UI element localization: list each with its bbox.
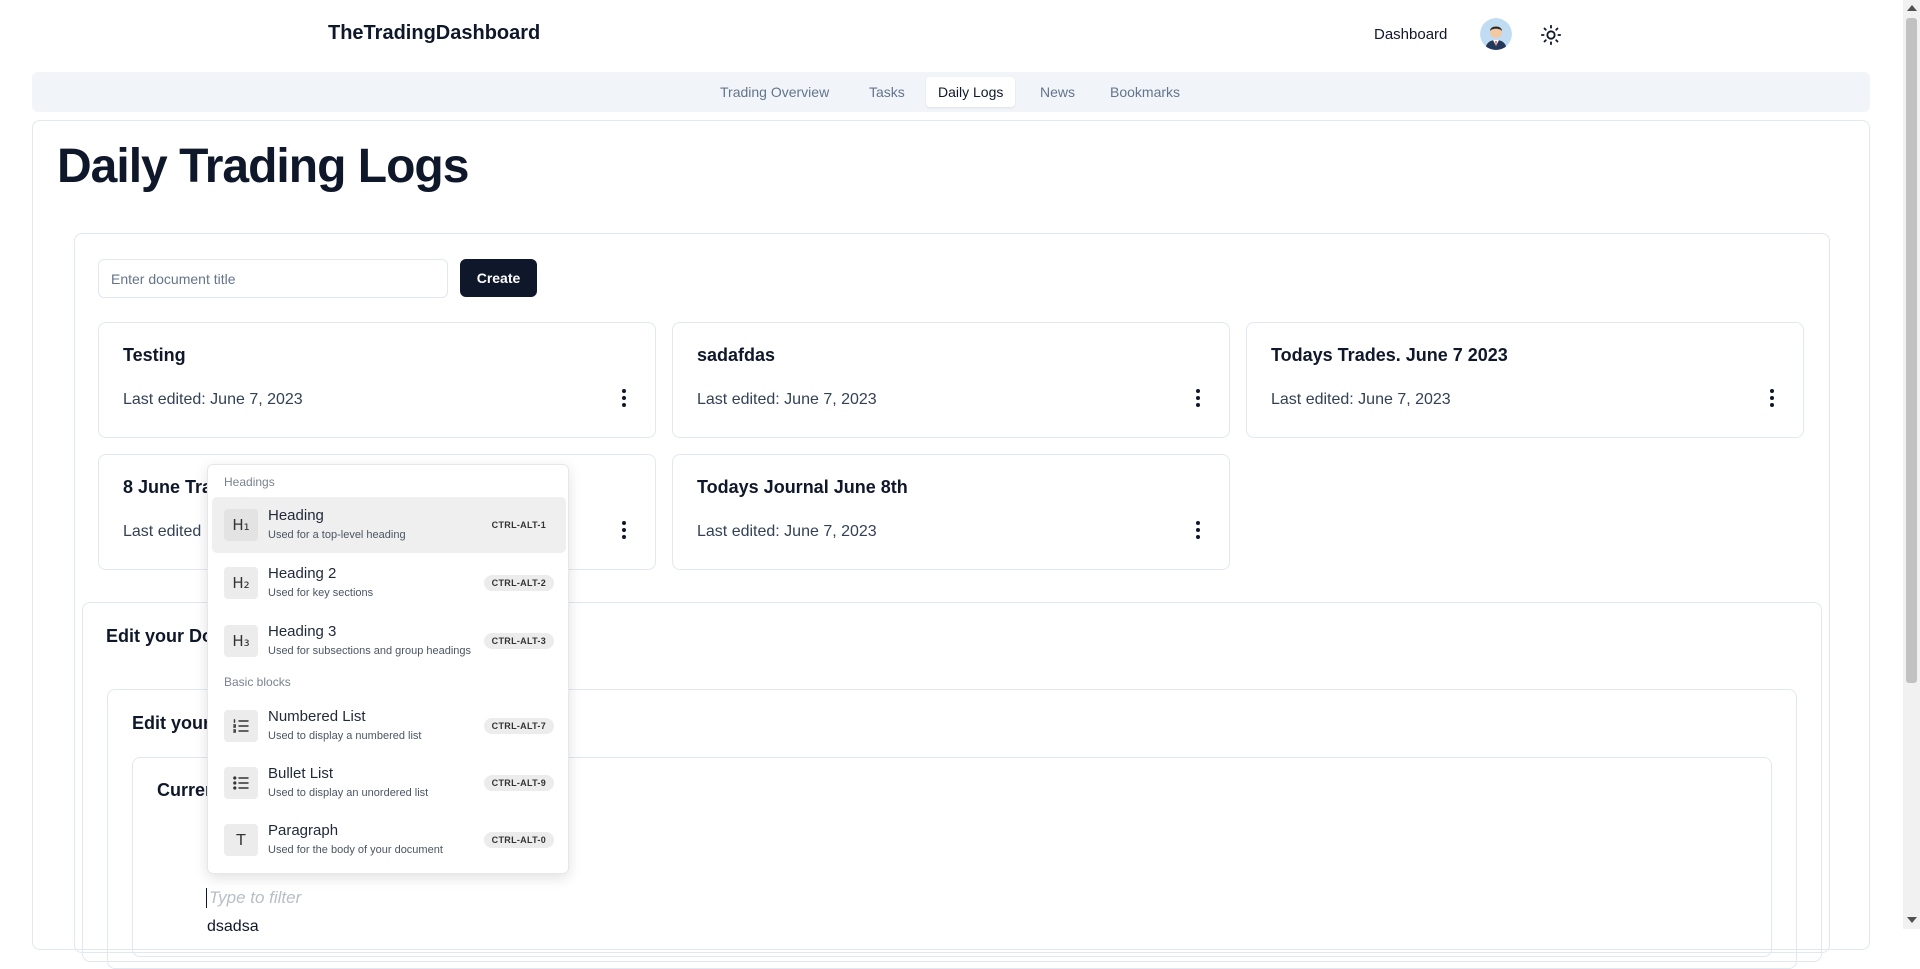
shortcut-badge: CTRL-ALT-3 — [483, 633, 554, 649]
scroll-up-icon[interactable] — [1907, 5, 1917, 11]
menu-item-bullet-list[interactable]: Bullet List Used to display an unordered… — [212, 755, 566, 811]
bullet-list-icon — [224, 767, 258, 799]
shortcut-badge: CTRL-ALT-0 — [483, 832, 554, 848]
menu-item-title: Bullet List — [268, 765, 334, 782]
menu-item-title: Paragraph — [268, 822, 339, 839]
menu-item-heading-3[interactable]: H₃ Heading 3 Used for subsections and gr… — [212, 613, 566, 669]
edit-inner-heading: Edit your — [132, 713, 211, 733]
heading-3-icon: H₃ — [224, 625, 258, 657]
shortcut-badge: CTRL-ALT-1 — [491, 520, 546, 530]
more-options-icon[interactable] — [1195, 389, 1201, 409]
menu-item-heading-2[interactable]: H₂ Heading 2 Used for key sections CTRL-… — [212, 555, 566, 611]
document-last-edited: Last edited: June 7, 2023 — [123, 391, 303, 408]
document-title: sadafdas — [697, 345, 776, 365]
tab-daily-logs[interactable]: Daily Logs — [926, 77, 1016, 107]
scrollbar-thumb[interactable] — [1906, 18, 1917, 683]
document-title: Todays Journal June 8th — [697, 477, 908, 497]
more-options-icon[interactable] — [1769, 389, 1775, 409]
menu-group-label: Headings — [224, 475, 275, 489]
menu-item-subtitle: Used to display an unordered list — [268, 787, 429, 799]
document-title-input[interactable] — [98, 259, 448, 298]
edit-document-heading: Edit your Do — [106, 626, 213, 646]
document-last-edited: Last edited: June 7, 2023 — [697, 523, 877, 540]
document-title: 8 June Tra — [123, 477, 213, 497]
document-card[interactable]: Todays Journal June 8th Last edited: Jun… — [672, 454, 1230, 570]
more-options-icon[interactable] — [1195, 521, 1201, 541]
menu-item-subtitle: Used for subsections and group headings — [268, 645, 472, 657]
menu-item-subtitle: Used for the body of your document — [268, 844, 443, 856]
numbered-list-icon — [224, 710, 258, 742]
user-avatar-icon[interactable] — [1480, 18, 1512, 50]
more-options-icon[interactable] — [621, 521, 627, 541]
editor-filter-line[interactable]: Type to filter — [206, 888, 301, 908]
menu-item-subtitle: Used to display a numbered list — [268, 730, 422, 742]
slash-command-menu: Headings H₁ Heading Used for a top-level… — [207, 464, 569, 874]
menu-item-title: Heading 2 — [268, 565, 337, 582]
menu-item-subtitle: Used for a top-level heading — [268, 529, 406, 541]
tab-news[interactable]: News — [1028, 77, 1087, 107]
document-last-edited: Last edited: June 7, 2023 — [697, 391, 877, 408]
dashboard-link[interactable]: Dashboard — [1374, 26, 1447, 43]
tab-bookmarks[interactable]: Bookmarks — [1098, 77, 1192, 107]
menu-item-title: Heading — [268, 507, 324, 524]
scroll-down-icon[interactable] — [1907, 917, 1917, 923]
shortcut-badge: CTRL-ALT-2 — [483, 575, 554, 591]
shortcut-badge: CTRL-ALT-7 — [483, 718, 554, 734]
more-options-icon[interactable] — [621, 389, 627, 409]
menu-item-title: Numbered List — [268, 708, 366, 725]
editor-content-text[interactable]: dsadsa — [207, 918, 259, 936]
tab-tasks[interactable]: Tasks — [857, 77, 917, 107]
document-card[interactable]: Todays Trades. June 7 2023 Last edited: … — [1246, 322, 1804, 438]
document-last-edited: Last edited: June 7, 2023 — [1271, 391, 1451, 408]
heading-2-icon: H₂ — [224, 567, 258, 599]
tab-trading-overview[interactable]: Trading Overview — [708, 77, 841, 107]
paragraph-icon: T — [224, 824, 258, 856]
app-brand[interactable]: TheTradingDashboard — [328, 22, 540, 45]
menu-item-heading-1[interactable]: H₁ Heading Used for a top-level heading … — [212, 497, 566, 553]
menu-item-subtitle: Used for key sections — [268, 587, 374, 599]
menu-item-title: Heading 3 — [268, 623, 337, 640]
create-button[interactable]: Create — [460, 259, 537, 297]
sun-icon[interactable] — [1540, 24, 1562, 46]
menu-item-paragraph[interactable]: T Paragraph Used for the body of your do… — [212, 812, 566, 868]
menu-group-label: Basic blocks — [224, 675, 291, 689]
main-nav: Trading Overview Tasks Daily Logs News B… — [32, 72, 1870, 112]
document-card[interactable]: Testing Last edited: June 7, 2023 — [98, 322, 656, 438]
page-title: Daily Trading Logs — [57, 140, 469, 193]
document-last-edited: Last edited — [123, 523, 202, 540]
document-card[interactable]: sadafdas Last edited: June 7, 2023 — [672, 322, 1230, 438]
document-title: Testing — [123, 345, 186, 365]
document-title: Todays Trades. June 7 2023 — [1271, 345, 1508, 365]
menu-item-numbered-list[interactable]: Numbered List Used to display a numbered… — [212, 698, 566, 754]
shortcut-badge: CTRL-ALT-9 — [483, 775, 554, 791]
heading-1-icon: H₁ — [224, 509, 258, 541]
